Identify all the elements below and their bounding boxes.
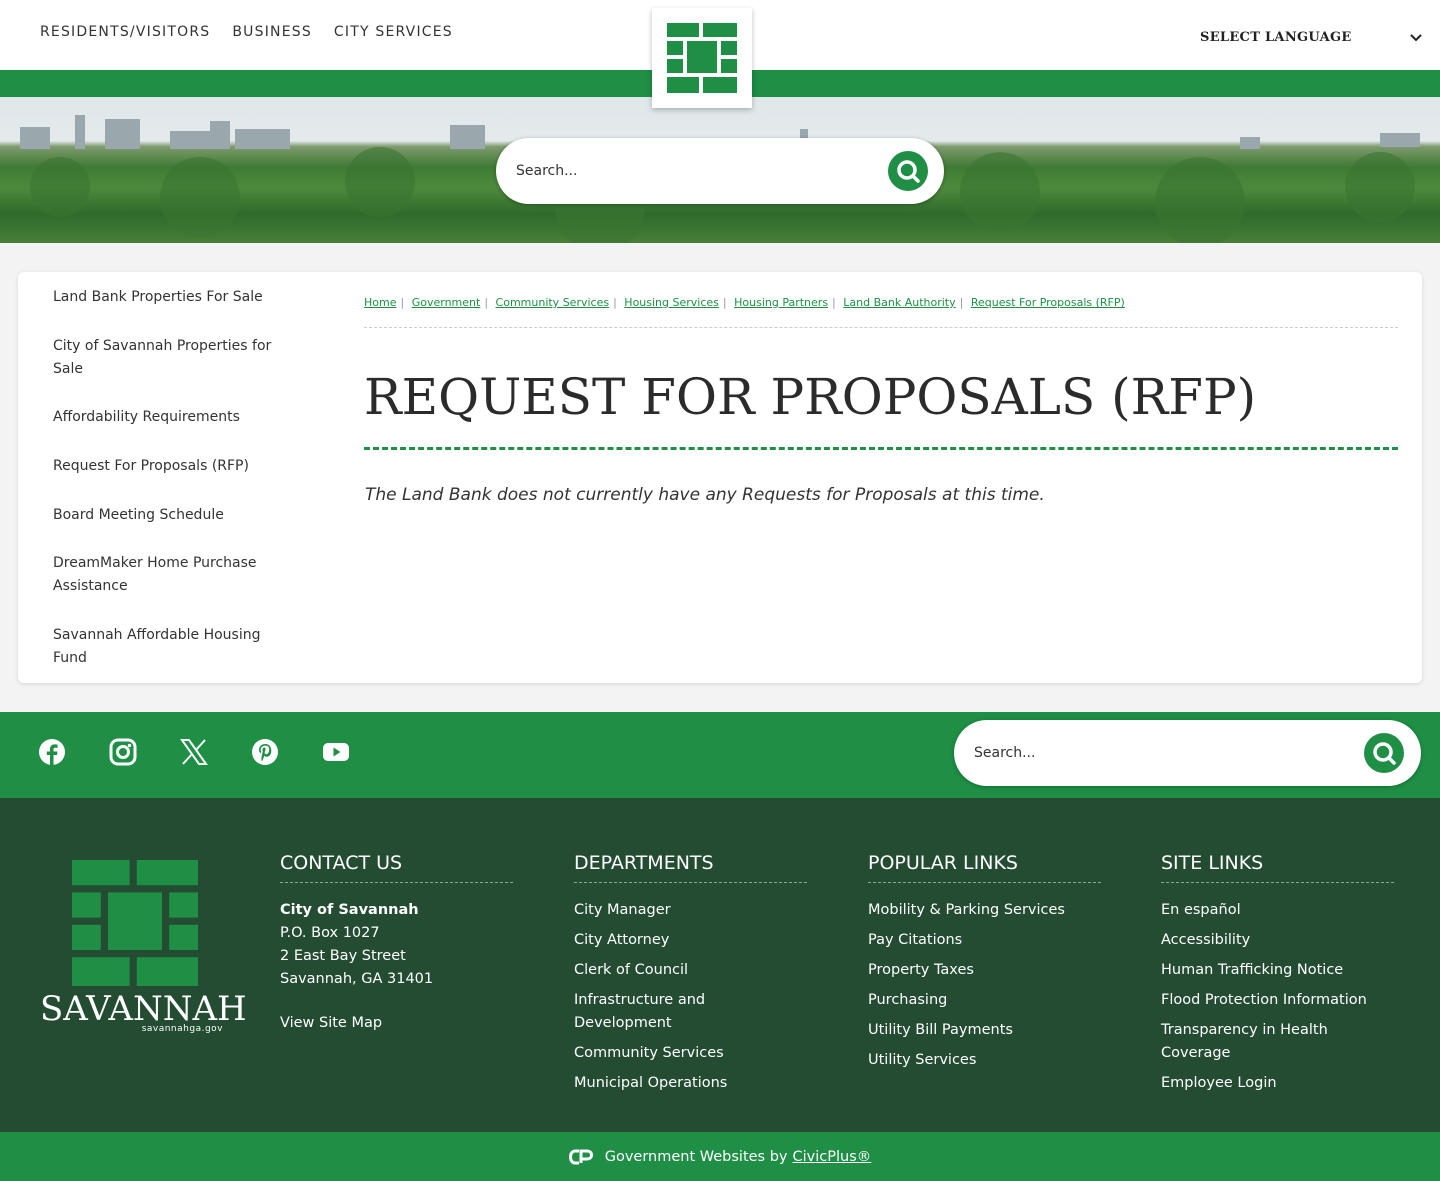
rfp-notice: The Land Bank does not currently have an… [365, 485, 1045, 505]
footer-departments: DEPARTMENTS City Manager City Attorney C… [574, 852, 807, 1095]
civicplus-link[interactable]: CivicPlus® [793, 1149, 872, 1165]
sidebar-item-housing-fund[interactable]: Savannah Affordable Housing Fund [53, 624, 293, 670]
breadcrumb-rfp[interactable]: Request For Proposals (RFP) [971, 296, 1125, 309]
home-logo-link[interactable] [652, 8, 752, 108]
nav-business[interactable]: BUSINESS [232, 24, 312, 40]
search-input[interactable] [516, 138, 856, 204]
sidebar-item-city-properties[interactable]: City of Savannah Properties for Sale [53, 335, 293, 381]
footer-search-box [954, 720, 1421, 786]
breadcrumb-housing-services[interactable]: Housing Services [624, 296, 719, 309]
credit-text: Government Websites by [604, 1148, 788, 1165]
footer-search-button[interactable] [1364, 733, 1404, 773]
contact-address-line: Savannah, GA 31401 [280, 971, 434, 987]
hero-search-box [496, 138, 944, 204]
footer-link[interactable]: City Attorney [574, 929, 807, 952]
contact-address-line: P.O. Box 1027 [280, 925, 380, 941]
nav-residents-visitors[interactable]: RESIDENTS/VISITORS [40, 24, 210, 40]
sidebar-item-rfp[interactable]: Request For Proposals (RFP) [53, 455, 293, 478]
x-twitter-icon[interactable] [179, 737, 209, 767]
breadcrumb-home[interactable]: Home [364, 296, 396, 309]
footer-link[interactable]: Municipal Operations [574, 1072, 807, 1095]
chevron-down-icon [1410, 31, 1422, 45]
footer-link[interactable]: Employee Login [1161, 1072, 1394, 1095]
social-bar [0, 712, 1440, 798]
sidebar-item-dreammaker[interactable]: DreamMaker Home Purchase Assistance [53, 552, 293, 598]
footer-contact: CONTACT US City of Savannah P.O. Box 102… [280, 852, 513, 1035]
sidebar-item-board-meetings[interactable]: Board Meeting Schedule [53, 504, 293, 527]
footer-link[interactable]: Utility Services [868, 1049, 1101, 1072]
footer-site-heading: SITE LINKS [1161, 852, 1394, 883]
site-footer: SAVANNAH savannahga.gov CONTACT US City … [0, 798, 1440, 1132]
secondary-nav: Land Bank Properties For Sale City of Sa… [53, 286, 293, 670]
footer-link[interactable]: Mobility & Parking Services [868, 899, 1101, 922]
footer-link[interactable]: Flood Protection Information [1161, 989, 1394, 1012]
breadcrumb-land-bank-authority[interactable]: Land Bank Authority [843, 296, 955, 309]
search-icon [1373, 742, 1396, 765]
social-icons [37, 737, 351, 767]
footer-link[interactable]: Community Services [574, 1042, 807, 1065]
primary-nav: RESIDENTS/VISITORS BUSINESS CITY SERVICE… [40, 24, 453, 40]
footer-link[interactable]: Property Taxes [868, 959, 1101, 982]
breadcrumb-community-services[interactable]: Community Services [496, 296, 610, 309]
search-button[interactable] [888, 151, 928, 191]
footer-link[interactable]: Transparency in Health Coverage [1161, 1019, 1361, 1065]
footer-departments-heading: DEPARTMENTS [574, 852, 807, 883]
instagram-icon[interactable] [108, 737, 138, 767]
savannah-brick-logo-icon [72, 860, 198, 986]
content-card: Land Bank Properties For Sale City of Sa… [18, 272, 1422, 683]
contact-name: City of Savannah [280, 902, 419, 918]
footer-site-links: SITE LINKS En español Accessibility Huma… [1161, 852, 1394, 1095]
sidebar-item-land-bank-properties[interactable]: Land Bank Properties For Sale [53, 286, 293, 309]
footer-link[interactable]: Purchasing [868, 989, 1101, 1012]
savannah-brick-logo-icon [667, 23, 737, 93]
language-select-label: SELECT LANGUAGE [1200, 30, 1352, 45]
sidebar-item-affordability[interactable]: Affordability Requirements [53, 406, 293, 429]
contact-address-line: 2 East Bay Street [280, 948, 406, 964]
footer-link[interactable]: Pay Citations [868, 929, 1101, 952]
footer-contact-heading: CONTACT US [280, 852, 513, 883]
footer-search-input[interactable] [974, 720, 1354, 786]
footer-link[interactable]: En español [1161, 899, 1394, 922]
youtube-icon[interactable] [321, 737, 351, 767]
footer-popular-links: POPULAR LINKS Mobility & Parking Service… [868, 852, 1101, 1072]
footer-link[interactable]: Human Trafficking Notice [1161, 959, 1394, 982]
breadcrumb-government[interactable]: Government [412, 296, 481, 309]
search-icon [897, 160, 920, 183]
footer-popular-heading: POPULAR LINKS [868, 852, 1101, 883]
footer-logo-wordmark: SAVANNAH [40, 989, 247, 1029]
page-title: REQUEST FOR PROPOSALS (RFP) [364, 368, 1257, 426]
footer-link[interactable]: Utility Bill Payments [868, 1019, 1101, 1042]
footer-link[interactable]: Infrastructure and Development [574, 989, 807, 1035]
footer-link[interactable]: Clerk of Council [574, 959, 807, 982]
title-divider [364, 447, 1398, 450]
nav-city-services[interactable]: CITY SERVICES [334, 24, 453, 40]
credit-bar: Government Websites by CivicPlus® [0, 1132, 1440, 1181]
breadcrumb-housing-partners[interactable]: Housing Partners [734, 296, 828, 309]
language-select[interactable]: SELECT LANGUAGE [1200, 30, 1422, 45]
footer-logo[interactable]: SAVANNAH savannahga.gov [40, 860, 247, 1034]
civicplus-logo-icon [568, 1149, 593, 1164]
footer-link[interactable]: Accessibility [1161, 929, 1394, 952]
view-site-map-link[interactable]: View Site Map [280, 1012, 513, 1035]
facebook-icon[interactable] [37, 737, 67, 767]
footer-link[interactable]: City Manager [574, 899, 807, 922]
pinterest-icon[interactable] [250, 737, 280, 767]
breadcrumb: Home | Government | Community Services | Ho… [364, 296, 1398, 328]
